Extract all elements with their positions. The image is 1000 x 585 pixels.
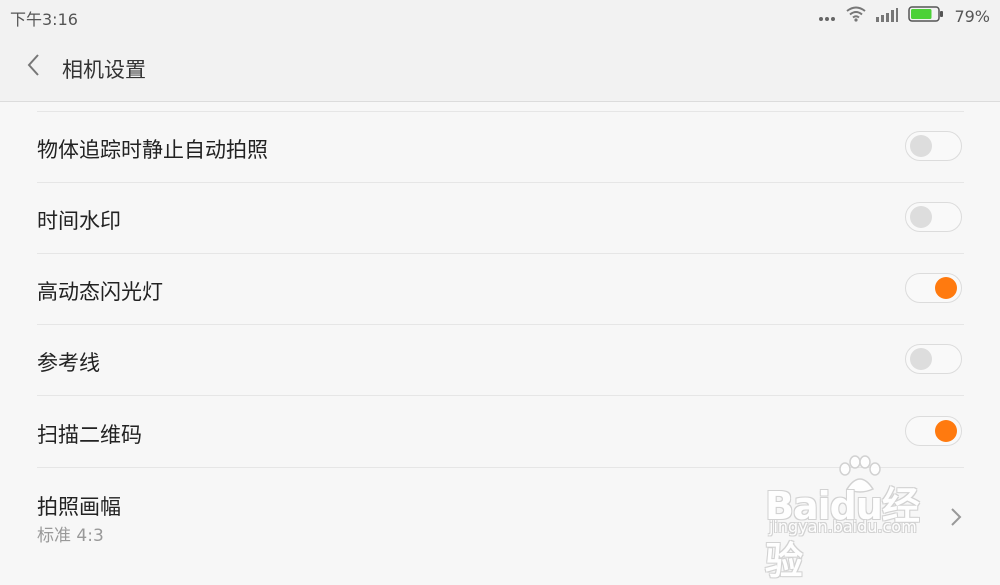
toggle-knob: [935, 277, 957, 299]
watermark-url: jingyan.baidu.com: [769, 517, 917, 536]
toggle-switch[interactable]: [905, 416, 962, 446]
chevron-left-icon: [26, 53, 40, 81]
app-header: 相机设置: [0, 32, 1000, 102]
back-button[interactable]: [18, 52, 48, 82]
toggle-switch[interactable]: [905, 273, 962, 303]
setting-label: 高动态闪光灯: [37, 280, 163, 304]
setting-row-gridlines[interactable]: 参考线: [0, 325, 1000, 396]
setting-row-object-tracking[interactable]: 物体追踪时静止自动拍照: [0, 112, 1000, 183]
setting-label: 参考线: [37, 351, 100, 375]
toggle-knob: [935, 420, 957, 442]
divider: [37, 395, 964, 396]
setting-label: 物体追踪时静止自动拍照: [37, 138, 268, 162]
setting-row-time-watermark[interactable]: 时间水印: [0, 183, 1000, 254]
status-time: 下午3:16: [10, 10, 78, 29]
toggle-knob: [910, 206, 932, 228]
battery-percentage: 79%: [954, 6, 990, 26]
setting-label: 拍照画幅: [37, 495, 121, 519]
setting-label: 时间水印: [37, 209, 121, 233]
more-dots-icon: [818, 7, 836, 26]
toggle-knob: [910, 348, 932, 370]
status-icons: 79%: [818, 5, 990, 27]
battery-icon: [908, 6, 944, 26]
status-bar: 下午3:16 79%: [0, 0, 1000, 32]
wifi-icon: [846, 6, 867, 26]
setting-row-hdr-flash[interactable]: 高动态闪光灯: [0, 254, 1000, 325]
setting-value: 标准 4:3: [37, 526, 104, 546]
setting-label: 扫描二维码: [37, 423, 142, 447]
toggle-switch[interactable]: [905, 344, 962, 374]
watermark: Baidu经验 jingyan.baidu.com: [765, 455, 955, 583]
toggle-switch[interactable]: [905, 202, 962, 232]
toggle-switch[interactable]: [905, 131, 962, 161]
page-title: 相机设置: [62, 58, 146, 82]
toggle-knob: [910, 135, 932, 157]
signal-icon: [876, 7, 899, 26]
